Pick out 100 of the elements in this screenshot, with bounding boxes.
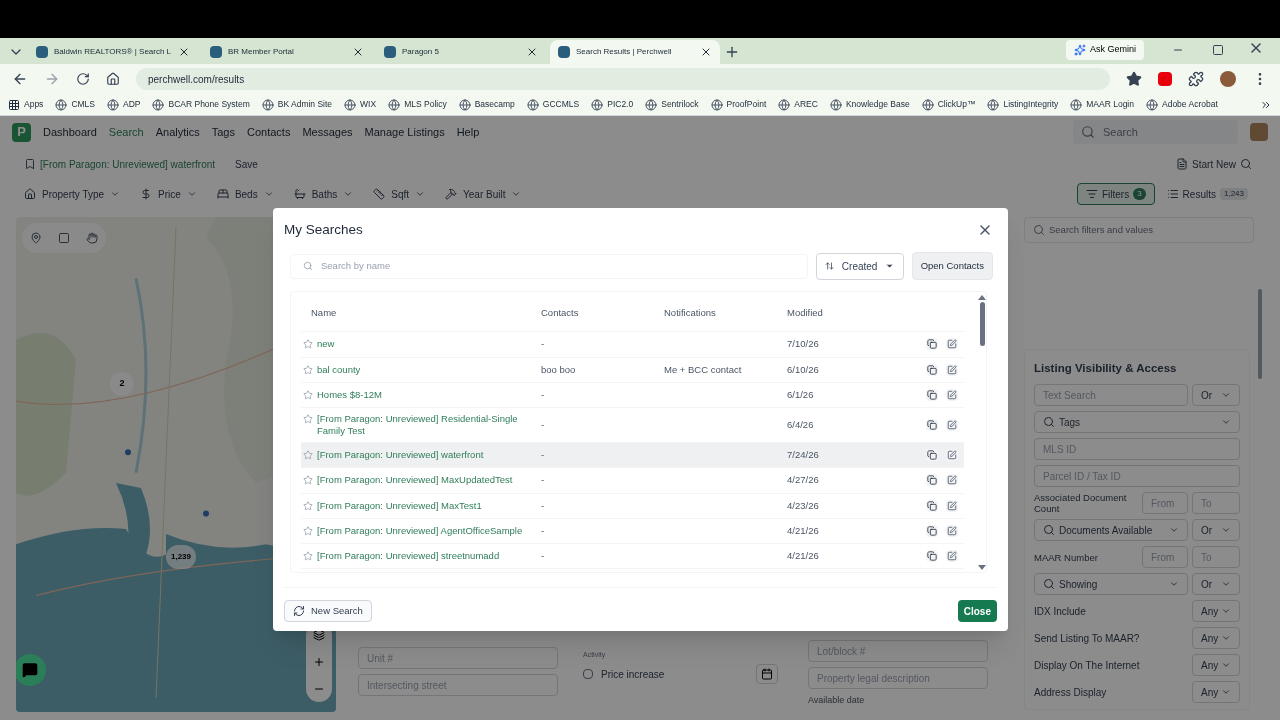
date-picker-button[interactable]	[756, 664, 778, 684]
draw-shape-icon[interactable]	[58, 232, 70, 244]
search-name-link[interactable]: [From Paragon: Unreviewed] streetnumadd	[317, 550, 525, 563]
nav-tab[interactable]: Analytics	[155, 123, 200, 141]
checkbox[interactable]	[583, 669, 593, 679]
nav-tab[interactable]: Help	[456, 123, 480, 141]
star-icon[interactable]	[303, 500, 313, 511]
bookmark-link[interactable]: ADP	[123, 98, 141, 111]
copy-icon[interactable]	[926, 338, 938, 351]
saved-search-name[interactable]: [From Paragon: Unreviewed] waterfront	[40, 156, 216, 172]
extensions-icon[interactable]	[1188, 71, 1204, 87]
search-name-link[interactable]: [From Paragon: Unreviewed] waterfront	[317, 449, 525, 462]
search-name-link[interactable]: [From Paragon: Unreviewed] MaxUpdatedTest	[317, 474, 525, 487]
operator-select[interactable]: Any	[1192, 654, 1240, 676]
copy-icon[interactable]	[926, 474, 938, 487]
bookmark-link[interactable]: BK Admin Site	[277, 98, 333, 111]
star-icon[interactable]	[303, 389, 313, 400]
copy-icon[interactable]	[926, 388, 938, 401]
edit-icon[interactable]	[946, 474, 958, 487]
star-icon[interactable]	[303, 339, 313, 350]
close-button[interactable]: Close	[957, 600, 997, 623]
operator-select[interactable]: Or	[1192, 519, 1240, 541]
edit-icon[interactable]	[946, 449, 958, 462]
dropdown-select[interactable]: Showing	[1034, 573, 1188, 595]
operator-select[interactable]: Any	[1192, 627, 1240, 649]
search-field[interactable]: Search by name	[290, 253, 808, 279]
edit-icon[interactable]	[946, 524, 958, 537]
browser-tab[interactable]: BR Member Portal	[202, 40, 372, 64]
edit-icon[interactable]	[946, 550, 958, 563]
sort-select[interactable]: Created	[815, 252, 904, 280]
copy-icon[interactable]	[926, 363, 938, 376]
star-icon[interactable]	[303, 551, 313, 562]
layers-icon[interactable]	[313, 629, 325, 642]
bookmark-link[interactable]: Sentrilock	[661, 98, 699, 111]
star-icon[interactable]	[303, 414, 313, 424]
open-contacts-button[interactable]: Open Contacts	[911, 252, 993, 281]
filter-dropdown[interactable]: Sqft	[373, 186, 426, 202]
search-name-link[interactable]: [From Paragon: Unreviewed] Residential-Single Family Test	[317, 413, 525, 437]
filters-button[interactable]: Filters 3	[1076, 183, 1155, 205]
operator-select[interactable]: Or	[1192, 384, 1240, 406]
profile-avatar[interactable]	[1220, 71, 1236, 87]
bookmark-link[interactable]: MAAR Login	[1086, 98, 1134, 111]
edit-icon[interactable]	[946, 338, 958, 351]
edit-icon[interactable]	[946, 419, 958, 431]
tags-select[interactable]: Tags	[1034, 411, 1240, 433]
bookmark-link[interactable]: Apps	[24, 98, 44, 111]
home-icon[interactable]	[106, 72, 120, 86]
bookmark-link[interactable]: AREC	[794, 98, 818, 111]
filter-dropdown[interactable]: Property Type	[24, 186, 121, 202]
operator-select[interactable]: Or	[1192, 573, 1240, 595]
bookmark-link[interactable]: Adobe Acrobat	[1162, 98, 1218, 111]
bookmark-link[interactable]: ProofPoint	[726, 98, 767, 111]
star-icon[interactable]	[303, 450, 313, 461]
search-name-link[interactable]: new	[317, 338, 525, 351]
zoom-in-icon[interactable]	[313, 656, 325, 668]
search-row[interactable]: [From Paragon: Unreviewed] waterfront - 7/24/26	[301, 443, 964, 469]
bookmark-link[interactable]: ListingIntegrity	[1003, 98, 1059, 111]
search-name-link[interactable]: bal county	[317, 363, 525, 376]
star-icon[interactable]	[303, 475, 313, 486]
bookmark-link[interactable]: GCCMLS	[542, 98, 580, 111]
filter-dropdown[interactable]: Price	[140, 186, 197, 202]
results-button[interactable]: Results 1,243	[1158, 183, 1256, 205]
bookmark-star-icon[interactable]	[1126, 71, 1142, 87]
copy-icon[interactable]	[926, 499, 938, 512]
search-name-link[interactable]: [From Paragon: Unreviewed] AgentOfficeSample	[317, 524, 525, 537]
search-field[interactable]: Search filters and values	[1024, 217, 1254, 243]
star-icon[interactable]	[303, 364, 313, 375]
new-search-button[interactable]: New Search	[284, 600, 372, 623]
filter-dropdown[interactable]: Baths	[293, 186, 354, 202]
browser-tab[interactable]: Search Results | Perchwell	[550, 40, 720, 64]
bookmark-link[interactable]: PIC2.0	[607, 98, 634, 111]
nav-tab[interactable]: Search	[108, 123, 144, 141]
filter-dropdown[interactable]: Year Built	[445, 186, 522, 202]
start-new-button[interactable]: Start New	[1176, 156, 1256, 172]
bookmark-link[interactable]: ClickUp™	[937, 98, 976, 111]
filter-dropdown[interactable]: Beds	[216, 186, 274, 202]
save-button[interactable]: Save	[227, 156, 266, 172]
operator-select[interactable]: Any	[1192, 681, 1240, 703]
address-bar[interactable]: perchwell.com/results	[136, 68, 1110, 90]
search-name-link[interactable]: [From Paragon: Unreviewed] MaxTest1	[317, 499, 525, 512]
copy-icon[interactable]	[926, 449, 938, 462]
operator-select[interactable]: Any	[1192, 600, 1240, 622]
search-name-link[interactable]: Homes $8-12M	[317, 388, 525, 401]
bookmark-link[interactable]: Basecamp	[474, 98, 515, 111]
copy-icon[interactable]	[926, 419, 938, 431]
pdf-extension-icon[interactable]	[1158, 72, 1172, 86]
browser-tab[interactable]: Paragon 5	[376, 40, 546, 64]
edit-icon[interactable]	[946, 499, 958, 512]
close-tab-icon[interactable]	[352, 46, 364, 58]
new-tab-icon[interactable]	[724, 44, 740, 60]
browser-tab[interactable]: Baldwin REALTORS® | Search L	[28, 40, 198, 64]
dropdown-select[interactable]: Documents Available	[1034, 519, 1188, 541]
bookmark-link[interactable]: CMLS	[71, 98, 95, 111]
reload-icon[interactable]	[76, 72, 90, 86]
hand-icon[interactable]	[86, 232, 98, 244]
copy-icon[interactable]	[926, 524, 938, 537]
nav-tab[interactable]: Tags	[211, 123, 235, 141]
nav-tab[interactable]: Dashboard	[43, 123, 97, 141]
edit-icon[interactable]	[946, 388, 958, 401]
close-tab-icon[interactable]	[178, 46, 190, 58]
